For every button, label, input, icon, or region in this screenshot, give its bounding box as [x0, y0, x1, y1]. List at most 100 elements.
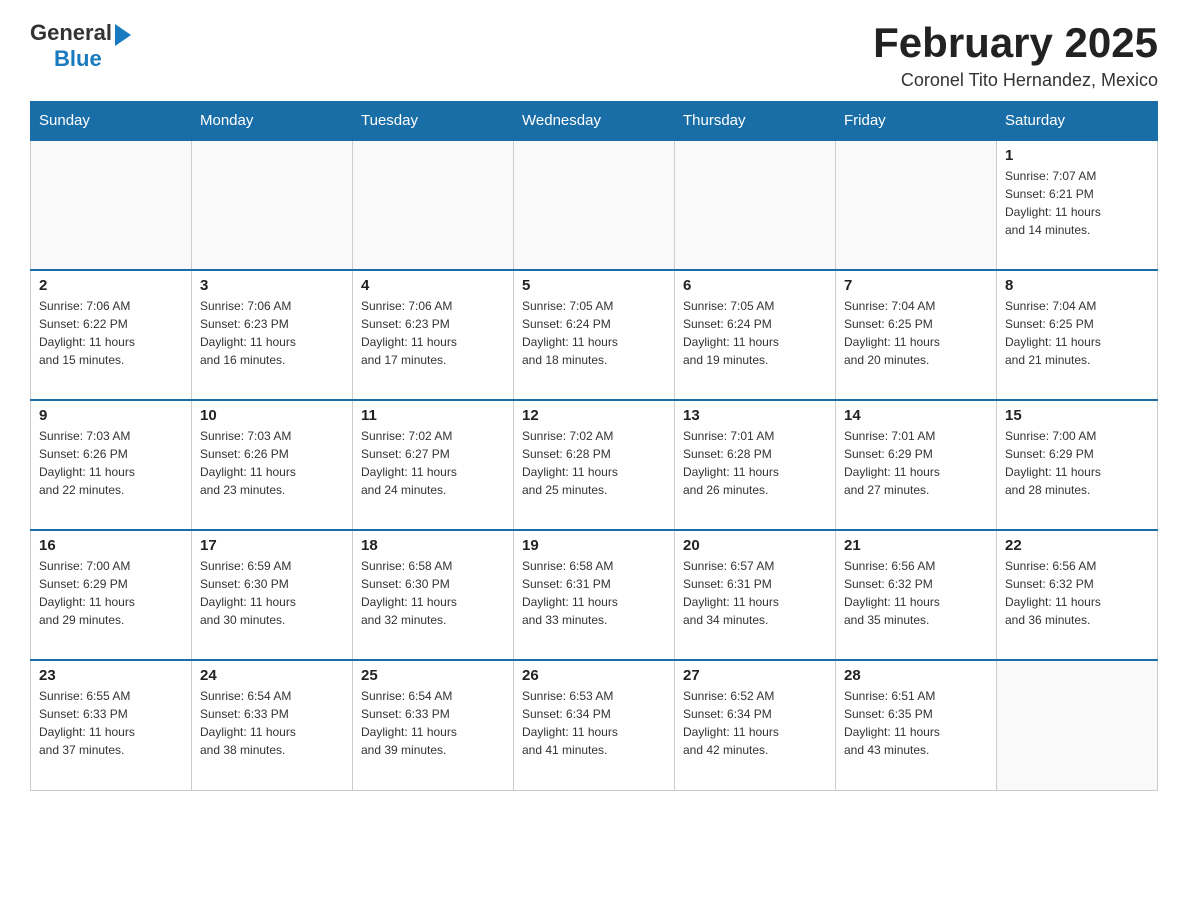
day-info: Sunrise: 7:06 AMSunset: 6:23 PMDaylight:… — [361, 297, 505, 369]
calendar-cell-w1-d0 — [31, 140, 192, 270]
day-number: 8 — [1005, 277, 1149, 294]
day-number: 27 — [683, 667, 827, 684]
calendar-cell-w4-d3: 19Sunrise: 6:58 AMSunset: 6:31 PMDayligh… — [514, 530, 675, 660]
calendar-cell-w1-d3 — [514, 140, 675, 270]
header-monday: Monday — [192, 102, 353, 141]
calendar-cell-w4-d5: 21 Sunrise: 6:56 AMSunset: 6:32 PMDayligh… — [836, 530, 997, 660]
day-number: 25 — [361, 667, 505, 684]
day-number: 22 — [1005, 537, 1149, 554]
day-number: 23 — [39, 667, 183, 684]
day-info: Sunrise: 6:57 AMSunset: 6:31 PMDaylight:… — [683, 557, 827, 629]
calendar-cell-w2-d4: 6 Sunrise: 7:05 AMSunset: 6:24 PMDaylight… — [675, 270, 836, 400]
day-info: Sunrise: 7:00 AMSunset: 6:29 PMDaylight:… — [39, 557, 183, 629]
day-info: Sunrise: 6:58 AMSunset: 6:30 PMDaylight:… — [361, 557, 505, 629]
day-number: 18 — [361, 537, 505, 554]
day-number: 21 — [844, 537, 988, 554]
day-number: 5 — [522, 277, 666, 294]
day-info: Sunrise: 6:56 AMSunset: 6:32 PMDaylight:… — [844, 557, 988, 629]
day-info: Sunrise: 6:56 AMSunset: 6:32 PMDaylight:… — [1005, 557, 1149, 629]
calendar-cell-w5-d3: 26 Sunrise: 6:53 AMSunset: 6:34 PMDayligh… — [514, 660, 675, 790]
month-title: February 2025 — [873, 20, 1158, 66]
week-row-4: 16 Sunrise: 7:00 AMSunset: 6:29 PMDayligh… — [31, 530, 1158, 660]
calendar-cell-w5-d4: 27 Sunrise: 6:52 AMSunset: 6:34 PMDayligh… — [675, 660, 836, 790]
day-info: Sunrise: 7:01 AMSunset: 6:28 PMDaylight:… — [683, 427, 827, 499]
day-info: Sunrise: 7:05 AMSunset: 6:24 PMDaylight:… — [683, 297, 827, 369]
calendar-cell-w2-d0: 2 Sunrise: 7:06 AMSunset: 6:22 PMDaylight… — [31, 270, 192, 400]
logo-blue-text: Blue — [54, 46, 102, 72]
calendar-cell-w1-d1 — [192, 140, 353, 270]
calendar-cell-w1-d4 — [675, 140, 836, 270]
day-info: Sunrise: 7:07 AMSunset: 6:21 PMDaylight:… — [1005, 167, 1149, 239]
logo-triangle-icon — [115, 24, 131, 46]
day-number: 19 — [522, 537, 666, 554]
day-info: Sunrise: 6:52 AMSunset: 6:34 PMDaylight:… — [683, 687, 827, 759]
day-info: Sunrise: 7:05 AMSunset: 6:24 PMDaylight:… — [522, 297, 666, 369]
day-info: Sunrise: 7:03 AMSunset: 6:26 PMDaylight:… — [200, 427, 344, 499]
calendar-cell-w5-d6 — [997, 660, 1158, 790]
week-row-1: 1Sunrise: 7:07 AMSunset: 6:21 PMDaylight… — [31, 140, 1158, 270]
logo-general-text: General — [30, 20, 112, 46]
day-info: Sunrise: 7:02 AMSunset: 6:28 PMDaylight:… — [522, 427, 666, 499]
header-saturday: Saturday — [997, 102, 1158, 141]
calendar-cell-w5-d5: 28 Sunrise: 6:51 AMSunset: 6:35 PMDayligh… — [836, 660, 997, 790]
day-info: Sunrise: 7:02 AMSunset: 6:27 PMDaylight:… — [361, 427, 505, 499]
day-number: 13 — [683, 407, 827, 424]
day-number: 28 — [844, 667, 988, 684]
calendar-table: Sunday Monday Tuesday Wednesday Thursday… — [30, 101, 1158, 791]
calendar-cell-w3-d1: 10Sunrise: 7:03 AMSunset: 6:26 PMDayligh… — [192, 400, 353, 530]
day-number: 26 — [522, 667, 666, 684]
calendar-cell-w3-d6: 15Sunrise: 7:00 AMSunset: 6:29 PMDayligh… — [997, 400, 1158, 530]
calendar-cell-w5-d2: 25 Sunrise: 6:54 AMSunset: 6:33 PMDayligh… — [353, 660, 514, 790]
day-info: Sunrise: 6:51 AMSunset: 6:35 PMDaylight:… — [844, 687, 988, 759]
header-friday: Friday — [836, 102, 997, 141]
calendar-cell-w2-d5: 7Sunrise: 7:04 AMSunset: 6:25 PMDaylight… — [836, 270, 997, 400]
week-row-2: 2 Sunrise: 7:06 AMSunset: 6:22 PMDaylight… — [31, 270, 1158, 400]
day-number: 17 — [200, 537, 344, 554]
calendar-cell-w2-d1: 3 Sunrise: 7:06 AMSunset: 6:23 PMDaylight… — [192, 270, 353, 400]
calendar-cell-w3-d4: 13 Sunrise: 7:01 AMSunset: 6:28 PMDayligh… — [675, 400, 836, 530]
day-info: Sunrise: 6:59 AMSunset: 6:30 PMDaylight:… — [200, 557, 344, 629]
week-row-5: 23Sunrise: 6:55 AMSunset: 6:33 PMDayligh… — [31, 660, 1158, 790]
calendar-cell-w4-d1: 17 Sunrise: 6:59 AMSunset: 6:30 PMDayligh… — [192, 530, 353, 660]
day-info: Sunrise: 7:06 AMSunset: 6:23 PMDaylight:… — [200, 297, 344, 369]
calendar-cell-w4-d4: 20Sunrise: 6:57 AMSunset: 6:31 PMDayligh… — [675, 530, 836, 660]
calendar-cell-w3-d5: 14 Sunrise: 7:01 AMSunset: 6:29 PMDayligh… — [836, 400, 997, 530]
calendar-cell-w4-d0: 16 Sunrise: 7:00 AMSunset: 6:29 PMDayligh… — [31, 530, 192, 660]
calendar-cell-w1-d5 — [836, 140, 997, 270]
day-info: Sunrise: 7:03 AMSunset: 6:26 PMDaylight:… — [39, 427, 183, 499]
day-info: Sunrise: 7:06 AMSunset: 6:22 PMDaylight:… — [39, 297, 183, 369]
day-info: Sunrise: 6:54 AMSunset: 6:33 PMDaylight:… — [200, 687, 344, 759]
day-number: 14 — [844, 407, 988, 424]
calendar-cell-w2-d3: 5 Sunrise: 7:05 AMSunset: 6:24 PMDaylight… — [514, 270, 675, 400]
location-subtitle: Coronel Tito Hernandez, Mexico — [873, 70, 1158, 91]
header-thursday: Thursday — [675, 102, 836, 141]
day-number: 15 — [1005, 407, 1149, 424]
calendar-cell-w2-d2: 4 Sunrise: 7:06 AMSunset: 6:23 PMDaylight… — [353, 270, 514, 400]
calendar-cell-w3-d0: 9 Sunrise: 7:03 AMSunset: 6:26 PMDaylight… — [31, 400, 192, 530]
calendar-cell-w5-d1: 24 Sunrise: 6:54 AMSunset: 6:33 PMDayligh… — [192, 660, 353, 790]
day-number: 24 — [200, 667, 344, 684]
day-number: 2 — [39, 277, 183, 294]
calendar-cell-w4-d6: 22 Sunrise: 6:56 AMSunset: 6:32 PMDayligh… — [997, 530, 1158, 660]
day-number: 12 — [522, 407, 666, 424]
logo: General Blue — [30, 20, 131, 72]
day-number: 9 — [39, 407, 183, 424]
day-info: Sunrise: 6:54 AMSunset: 6:33 PMDaylight:… — [361, 687, 505, 759]
week-row-3: 9 Sunrise: 7:03 AMSunset: 6:26 PMDaylight… — [31, 400, 1158, 530]
calendar-cell-w1-d6: 1Sunrise: 7:07 AMSunset: 6:21 PMDaylight… — [997, 140, 1158, 270]
calendar-cell-w4-d2: 18 Sunrise: 6:58 AMSunset: 6:30 PMDayligh… — [353, 530, 514, 660]
day-number: 6 — [683, 277, 827, 294]
day-number: 16 — [39, 537, 183, 554]
page-header: General Blue February 2025 Coronel Tito … — [30, 20, 1158, 91]
day-number: 3 — [200, 277, 344, 294]
calendar-cell-w5-d0: 23Sunrise: 6:55 AMSunset: 6:33 PMDayligh… — [31, 660, 192, 790]
day-number: 11 — [361, 407, 505, 424]
title-section: February 2025 Coronel Tito Hernandez, Me… — [873, 20, 1158, 91]
calendar-cell-w3-d2: 11 Sunrise: 7:02 AMSunset: 6:27 PMDayligh… — [353, 400, 514, 530]
day-info: Sunrise: 7:04 AMSunset: 6:25 PMDaylight:… — [844, 297, 988, 369]
calendar-cell-w2-d6: 8Sunrise: 7:04 AMSunset: 6:25 PMDaylight… — [997, 270, 1158, 400]
day-info: Sunrise: 6:53 AMSunset: 6:34 PMDaylight:… — [522, 687, 666, 759]
day-number: 4 — [361, 277, 505, 294]
header-wednesday: Wednesday — [514, 102, 675, 141]
day-info: Sunrise: 7:01 AMSunset: 6:29 PMDaylight:… — [844, 427, 988, 499]
